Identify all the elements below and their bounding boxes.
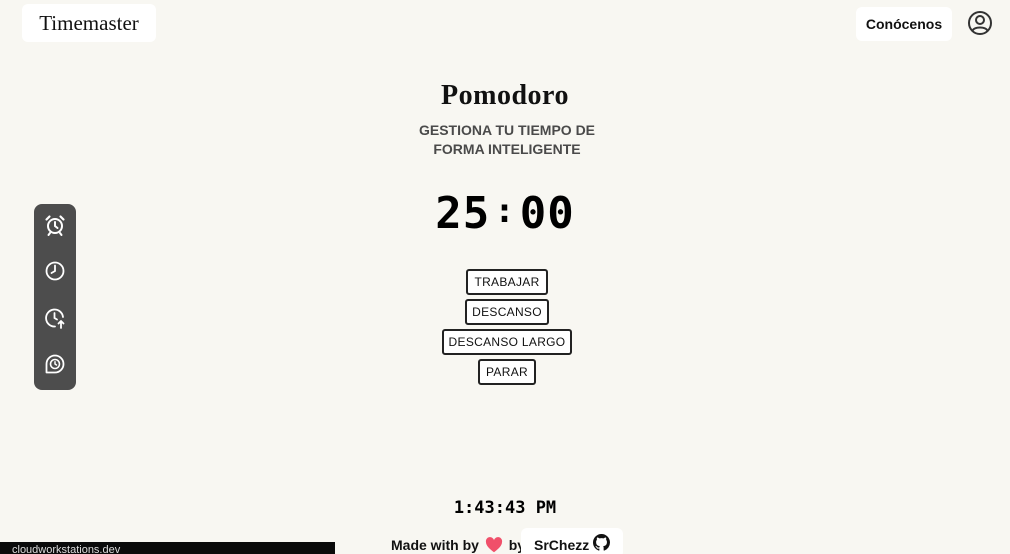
clock-icon[interactable] [43,259,67,283]
work-button[interactable]: TRABAJAR [466,269,548,295]
clock-arrow-up-icon[interactable] [43,306,67,330]
author-link[interactable]: SrChezz [534,535,589,554]
timer-minutes: 25 [435,188,491,239]
made-with-label: Made with [391,537,459,553]
alarm-clock-icon[interactable] [43,213,67,237]
countdown-timer: 25:00 [0,188,1010,239]
github-icon[interactable] [593,534,610,551]
stopwatch-icon[interactable] [43,352,67,376]
user-circle-icon[interactable] [967,10,993,36]
tools-sidebar [34,204,76,390]
timer-seconds: 00 [519,188,575,239]
current-time: 1:43:43 PM [453,498,557,518]
break-button[interactable]: DESCANSO [465,299,549,325]
timer-separator: : [494,191,516,231]
made-with-text: Made with by by [391,535,525,554]
about-us-button[interactable]: Conócenos [856,7,952,41]
stop-button[interactable]: PARAR [478,359,536,385]
long-break-button[interactable]: DESCANSO LARGO [442,329,572,355]
page: Timemaster Conócenos Pomodoro GESTIONA T… [0,0,1010,554]
page-subtitle: GESTIONA TU TIEMPO DE FORMA INTELIGENTE [418,122,596,157]
heart-icon [485,537,502,553]
status-bar-url: cloudworkstations.dev [12,544,121,554]
browser-status-bar: cloudworkstations.dev [0,542,335,554]
brand-logo[interactable]: Timemaster [22,4,156,42]
page-title: Pomodoro [441,80,569,111]
made-with-by-label: by [462,537,479,553]
